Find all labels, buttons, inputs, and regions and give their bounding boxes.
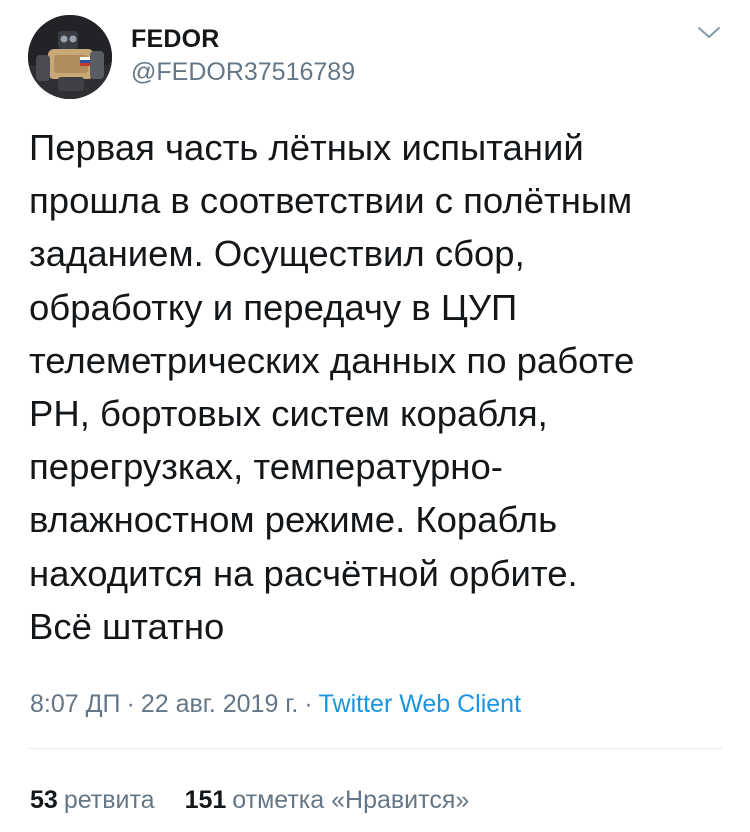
display-name[interactable]: FEDOR (131, 24, 355, 54)
avatar[interactable] (28, 15, 112, 99)
tweet-text: Первая часть лётных испытаний прошла в с… (29, 127, 635, 647)
user-handle[interactable]: @FEDOR37516789 (131, 57, 355, 87)
user-info[interactable]: FEDOR @FEDOR37516789 (131, 24, 355, 87)
meta-separator: · (126, 690, 135, 718)
tweet-time[interactable]: 8:07 ДП (30, 690, 121, 718)
client-link[interactable]: Twitter Web Client (319, 690, 521, 718)
chevron-down-icon[interactable] (696, 22, 722, 42)
robot-avatar-image (28, 15, 112, 99)
likes-stat[interactable]: 151 отметка «Нравится» (185, 784, 470, 816)
divider (29, 748, 722, 749)
tweet-stats: 53 ретвита 151 отметка «Нравится» (30, 784, 469, 816)
likes-label: отметка «Нравится» (232, 786, 470, 814)
likes-count: 151 (184, 786, 227, 814)
retweets-stat[interactable]: 53 ретвита (30, 784, 155, 816)
tweet-card: FEDOR @FEDOR37516789 Первая часть лётных… (0, 0, 750, 832)
tweet-date[interactable]: 22 авг. 2019 г. (141, 690, 298, 718)
retweets-count: 53 (30, 786, 58, 814)
meta-separator: · (304, 690, 313, 718)
retweets-label: ретвита (63, 786, 155, 814)
tweet-meta: 8:07 ДП · 22 авг. 2019 г. · Twitter Web Clie… (30, 688, 521, 720)
